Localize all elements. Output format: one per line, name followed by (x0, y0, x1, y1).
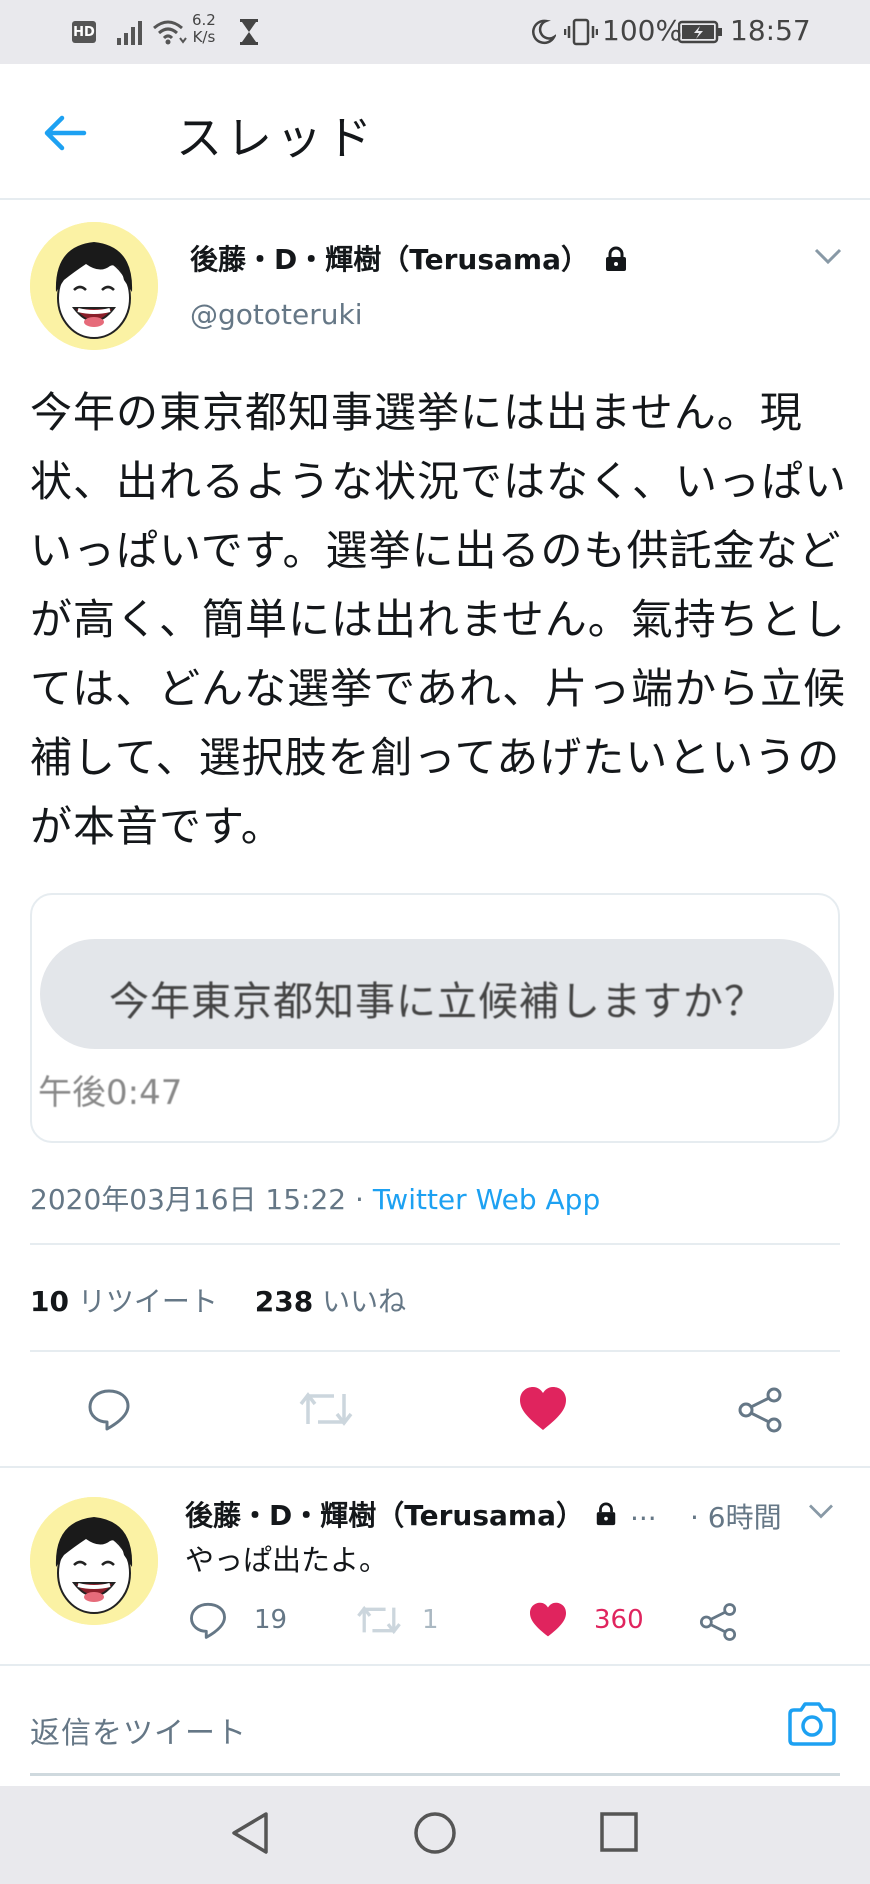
camera-button[interactable] (786, 1700, 838, 1752)
nav-back-button[interactable] (228, 1810, 272, 1860)
reply-author-name[interactable]: 後藤・D・輝樹（Terusama） (185, 1494, 584, 1534)
reply-icon (190, 1602, 226, 1639)
lock-icon (594, 1502, 618, 1530)
lock-icon (603, 246, 629, 276)
avatar[interactable] (30, 222, 158, 350)
triangle-back-icon (232, 1812, 268, 1854)
like-button[interactable] (518, 1386, 568, 1432)
meta-separator: · (355, 1183, 364, 1216)
retweet-stat[interactable]: 10 リツイート (30, 1285, 218, 1318)
chat-bubble-time: 午後0:47 (38, 1073, 183, 1113)
page-title: スレッド (176, 111, 376, 165)
retweet-icon (299, 1392, 353, 1426)
compose-underline (30, 1773, 840, 1776)
nav-home-button[interactable] (412, 1810, 458, 1860)
back-button[interactable] (40, 108, 90, 158)
circle-home-icon (414, 1812, 456, 1854)
battery-percent: 100% (602, 14, 683, 47)
square-recents-icon (600, 1812, 638, 1852)
heart-icon (530, 1602, 566, 1637)
vibrate-icon (564, 18, 598, 46)
reply-time: · 6時間 (690, 1501, 782, 1534)
battery-icon (678, 20, 722, 44)
camera-icon (788, 1702, 836, 1746)
name-ellipsis: ... (630, 1494, 657, 1527)
reply-avatar[interactable] (30, 1497, 158, 1625)
tweet-media[interactable]: 今年東京都知事に立候補しますか？ 午後0:47 (30, 893, 840, 1143)
reply-compose-input[interactable]: 返信をツイート (30, 1708, 247, 1752)
share-icon (738, 1387, 782, 1433)
reply-icon (88, 1389, 130, 1431)
tweet-date: 2020年03月16日 15:22 (30, 1183, 347, 1216)
author-handle[interactable]: @gototeruki (190, 298, 362, 331)
divider (30, 1243, 840, 1245)
reply-button[interactable] (86, 1386, 132, 1432)
like-count: 238 (254, 1285, 314, 1318)
retweet-label: リツイート (77, 1285, 218, 1318)
share-button[interactable] (736, 1386, 784, 1434)
reply-count: 19 (254, 1605, 288, 1635)
tweet-stats: 10 リツイート 238 いいね (30, 1280, 406, 1320)
retweet-button[interactable] (298, 1388, 354, 1430)
tweet-text: 今年の東京都知事選挙には出ません。現状、出れるような状況ではなく、いっぱいいっぱ… (30, 388, 848, 851)
share-icon (699, 1603, 737, 1641)
clock: 18:57 (730, 14, 811, 47)
like-stat[interactable]: 238 いいね (255, 1285, 406, 1318)
hourglass-icon (240, 19, 258, 45)
chevron-down-icon (814, 248, 842, 265)
status-bar: HD 6.2 K/s 100% 18:57 (0, 0, 870, 64)
reply-share-button[interactable] (698, 1602, 738, 1642)
author-name[interactable]: 後藤・D・輝樹（Terusama） (190, 238, 589, 278)
reply-retweet-count: 1 (422, 1605, 439, 1635)
like-label: いいね (322, 1285, 407, 1318)
avatar-illustration (30, 222, 158, 350)
reply-like-count: 360 (594, 1605, 644, 1635)
system-nav-bar (0, 1786, 870, 1884)
moon-icon (532, 19, 556, 45)
avatar-illustration (30, 1497, 158, 1625)
divider (30, 1350, 840, 1352)
tweet-source-link[interactable]: Twitter Web App (373, 1183, 600, 1216)
heart-icon (520, 1387, 566, 1430)
chevron-down-icon (809, 1504, 833, 1519)
signal-icon (117, 21, 142, 45)
reply-reply-button[interactable]: 19 (188, 1600, 287, 1640)
divider (0, 1466, 870, 1468)
net-speed-value: 6.2 (192, 11, 216, 29)
net-speed-unit: K/s (192, 28, 216, 46)
chat-bubble-text: 今年東京都知事に立候補しますか？ (109, 979, 765, 1025)
retweet-icon (357, 1605, 401, 1635)
hd-icon: HD (72, 21, 96, 43)
wifi-icon (153, 20, 187, 45)
net-speed: 6.2 K/s (192, 12, 216, 46)
thread-header: スレッド (0, 64, 870, 200)
arrow-left-icon (44, 115, 87, 151)
reply-menu-button[interactable] (806, 1500, 836, 1526)
reply-retweet-button[interactable]: 1 (356, 1602, 439, 1638)
retweet-count: 10 (30, 1285, 69, 1318)
tweet-menu-button[interactable] (812, 244, 844, 272)
divider (0, 1664, 870, 1666)
nav-recents-button[interactable] (598, 1810, 640, 1858)
reply-text: やっぱ出たよ。 (185, 1543, 389, 1577)
tweet-meta: 2020年03月16日 15:22 · Twitter Web App (30, 1178, 600, 1218)
reply-like-button[interactable]: 360 (528, 1602, 644, 1638)
chat-bubble: 今年東京都知事に立候補しますか？ (40, 939, 834, 1049)
